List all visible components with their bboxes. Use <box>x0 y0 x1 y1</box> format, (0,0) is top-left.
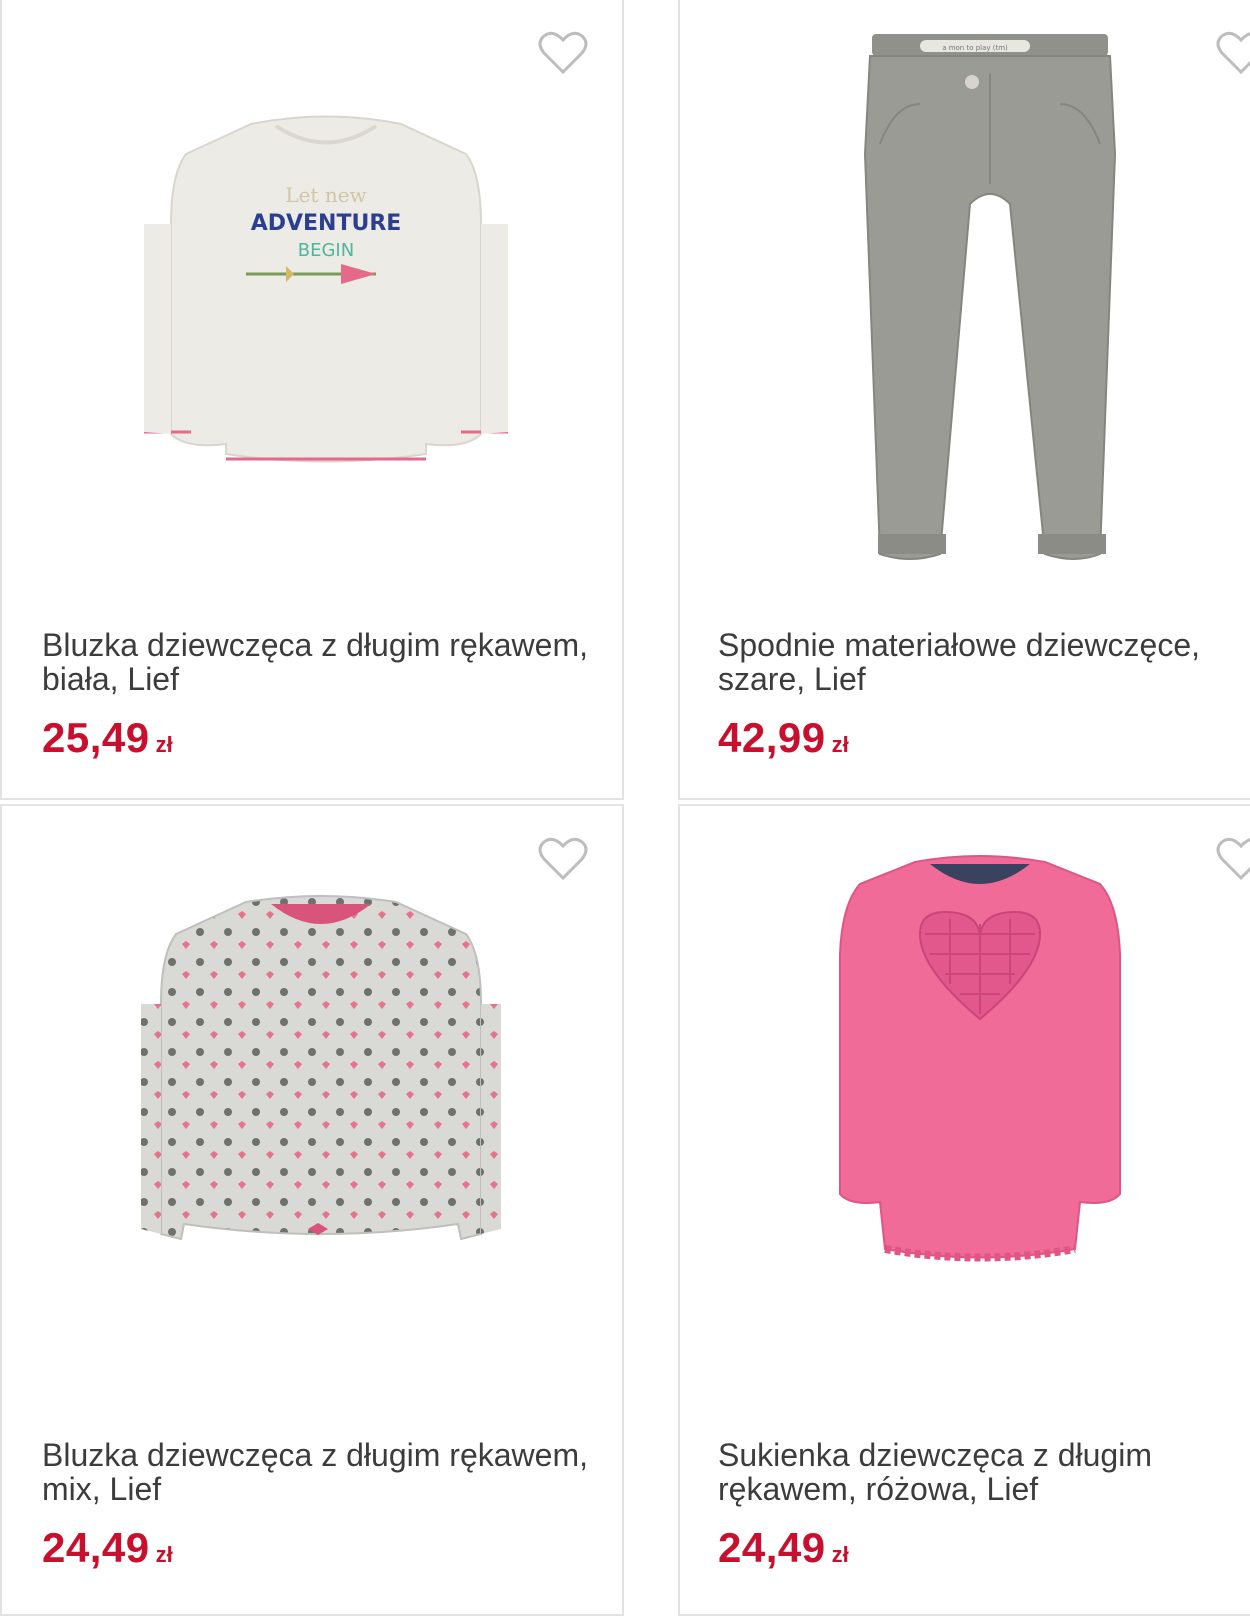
product-name[interactable]: Bluzka dziewczęca z długim rękawem, mix,… <box>42 1438 602 1506</box>
price-currency: zł <box>831 732 849 757</box>
shirt-print-line1: Let new <box>285 183 366 207</box>
product-image[interactable]: a mon to play (tm) <box>680 0 1250 600</box>
product-name[interactable]: Spodnie materiałowe dziewczęce, szare, L… <box>718 628 1250 696</box>
product-price: 25,49 zł <box>42 714 173 762</box>
shirt-image <box>141 895 501 1241</box>
shirt-print-line3: BEGIN <box>298 240 354 261</box>
price-value: 24,49 <box>718 1524 826 1571</box>
product-card[interactable]: Let new ADVENTURE BEGIN Bluzka dziewczęc… <box>0 0 624 800</box>
product-grid: Let new ADVENTURE BEGIN Bluzka dziewczęc… <box>0 0 1250 1616</box>
dress-image <box>839 855 1121 1262</box>
price-value: 42,99 <box>718 714 826 761</box>
price-value: 25,49 <box>42 714 150 761</box>
favorite-heart-icon[interactable] <box>538 30 588 76</box>
product-image[interactable] <box>2 806 622 1406</box>
product-price: 42,99 zł <box>718 714 849 762</box>
price-currency: zł <box>155 1542 173 1567</box>
price-currency: zł <box>155 732 173 757</box>
product-price: 24,49 zł <box>42 1524 173 1572</box>
pants-label-text: a mon to play (tm) <box>942 44 1008 52</box>
pants-image: a mon to play (tm) <box>863 34 1117 560</box>
product-image[interactable]: Let new ADVENTURE BEGIN <box>2 0 622 600</box>
product-price: 24,49 zł <box>718 1524 849 1572</box>
product-image[interactable] <box>680 806 1250 1406</box>
shirt-image: Let new ADVENTURE BEGIN <box>144 115 508 463</box>
product-name[interactable]: Sukienka dziewczęca z długim rękawem, ró… <box>718 1438 1250 1506</box>
favorite-heart-icon[interactable] <box>1216 836 1250 882</box>
product-card[interactable]: Sukienka dziewczęca z długim rękawem, ró… <box>678 804 1250 1616</box>
shirt-print-line2: ADVENTURE <box>251 211 402 236</box>
product-card[interactable]: a mon to play (tm) Spodnie materiałowe d… <box>678 0 1250 800</box>
price-value: 24,49 <box>42 1524 150 1571</box>
favorite-heart-icon[interactable] <box>1216 30 1250 76</box>
product-card[interactable]: Bluzka dziewczęca z długim rękawem, mix,… <box>0 804 624 1616</box>
favorite-heart-icon[interactable] <box>538 836 588 882</box>
price-currency: zł <box>831 1542 849 1567</box>
product-name[interactable]: Bluzka dziewczęca z długim rękawem, biał… <box>42 628 602 696</box>
